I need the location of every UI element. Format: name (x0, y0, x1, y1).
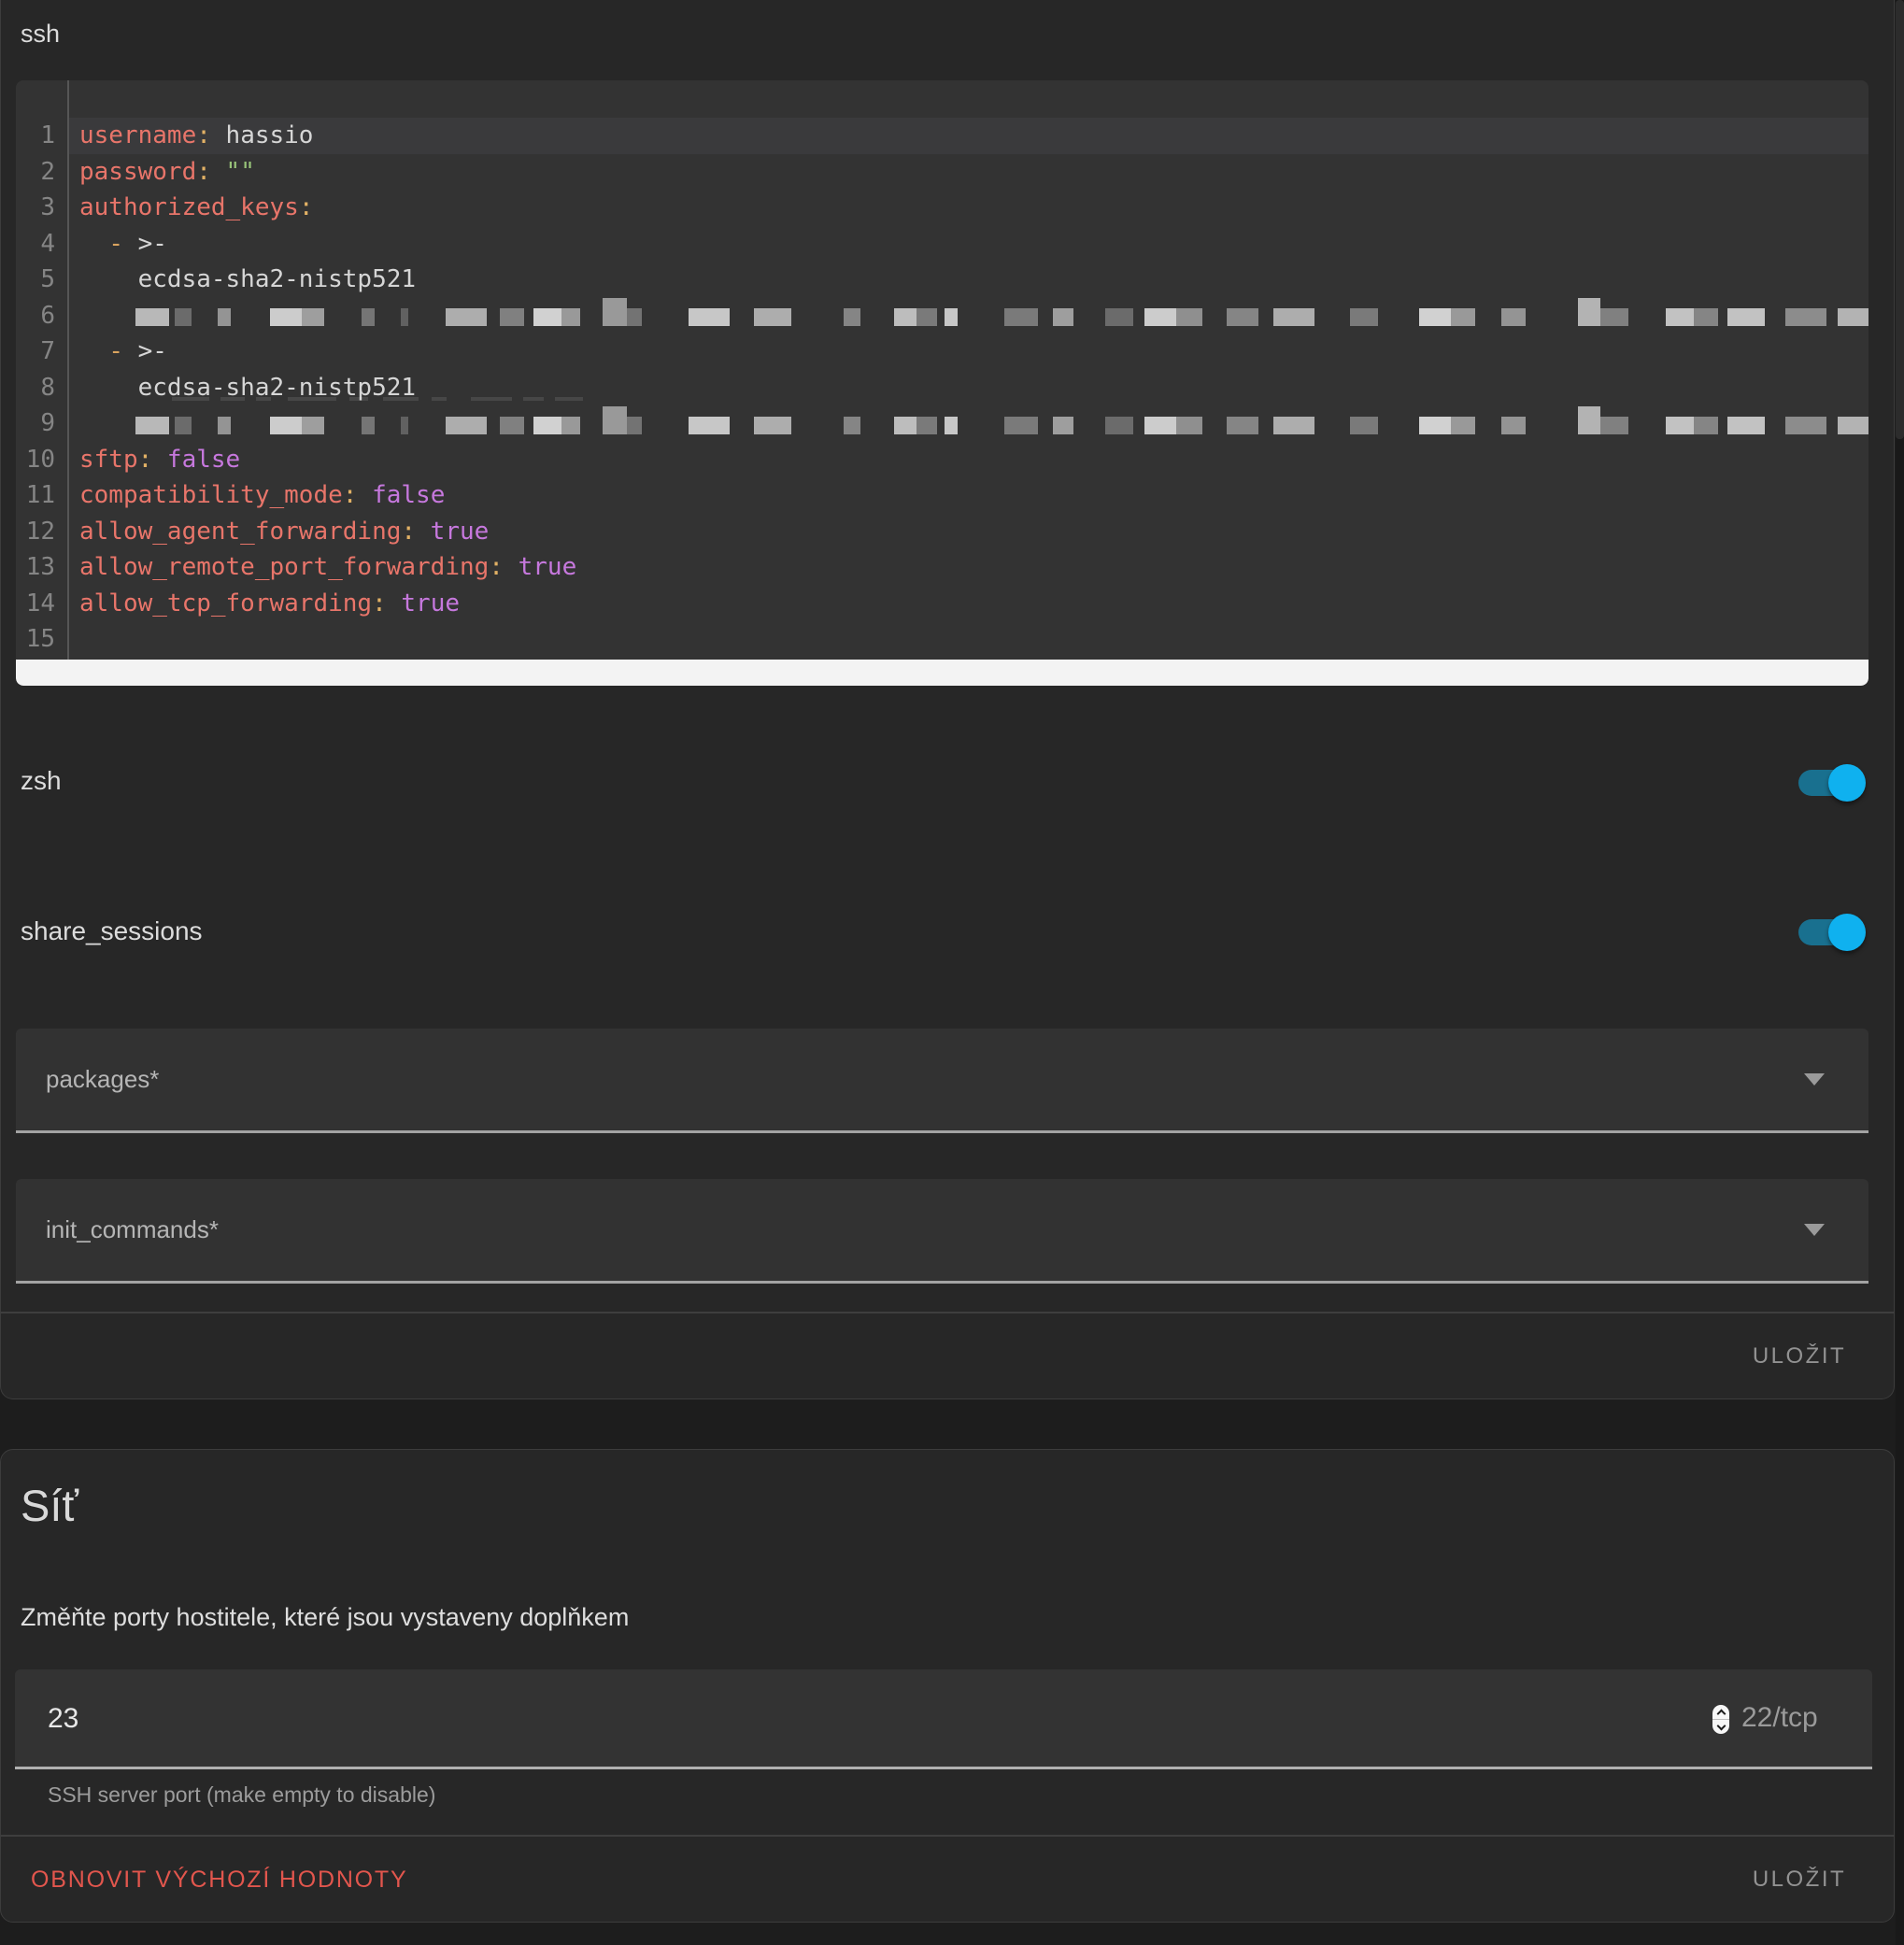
port-helper-text: SSH server port (make empty to disable) (48, 1782, 435, 1808)
code-text: ecdsa-sha2-nistp521 (69, 370, 1868, 406)
code-text: sftp: false (69, 442, 1868, 478)
addon-config-page: ssh 1 username: hassio 2 password: "" 3 autho… (0, 0, 1904, 1945)
code-line: 10 sftp: false (16, 442, 1868, 478)
code-line: 9 (16, 405, 1868, 442)
code-text: - >- (69, 334, 1868, 370)
chevron-down-icon (1716, 1721, 1726, 1730)
editor-rows: 1 username: hassio 2 password: "" 3 authorize… (16, 118, 1868, 658)
scrollbar-thumb[interactable] (1896, 0, 1904, 439)
packages-dropdown[interactable]: packages* (16, 1029, 1868, 1133)
line-number: 7 (16, 334, 55, 370)
line-number: 2 (16, 154, 55, 191)
save-button[interactable]: ULOŽIT (1725, 1338, 1874, 1375)
packages-dropdown-label: packages* (46, 1029, 159, 1130)
redacted-secret-row (69, 298, 1868, 334)
toggle-thumb (1828, 764, 1866, 802)
code-text: ecdsa-sha2-nistp521 (69, 262, 1868, 298)
code-editor[interactable]: 1 username: hassio 2 password: "" 3 authorize… (16, 80, 1868, 686)
network-section-title: Síť (21, 1480, 78, 1531)
code-line: 12 allow_agent_forwarding: true (16, 514, 1868, 550)
code-line: 4 - >- (16, 226, 1868, 263)
code-line: 6 (16, 298, 1868, 334)
network-section-description: Změňte porty hostitele, které jsou vysta… (21, 1603, 629, 1632)
code-text (69, 621, 1868, 658)
reset-defaults-button[interactable]: OBNOVIT VÝCHOZÍ HODNOTY (31, 1861, 407, 1898)
code-text: allow_remote_port_forwarding: true (69, 549, 1868, 586)
page-scrollbar[interactable] (1896, 0, 1904, 1945)
save-button[interactable]: ULOŽIT (1725, 1861, 1874, 1898)
line-number: 14 (16, 586, 55, 622)
code-line: 5 ecdsa-sha2-nistp521 (16, 262, 1868, 298)
line-number: 5 (16, 262, 55, 298)
init-commands-dropdown[interactable]: init_commands* (16, 1179, 1868, 1284)
line-number: 3 (16, 190, 55, 226)
code-text: allow_agent_forwarding: true (69, 514, 1868, 550)
line-number: 12 (16, 514, 55, 550)
zsh-option-label: zsh (21, 766, 62, 796)
init-commands-dropdown-label: init_commands* (46, 1179, 219, 1281)
chevron-up-icon (1716, 1709, 1726, 1718)
line-number: 4 (16, 226, 55, 263)
stepper-down-button[interactable] (1712, 1720, 1729, 1734)
code-line: 15 (16, 621, 1868, 658)
code-text: password: "" (69, 154, 1868, 191)
code-text: username: hassio (69, 118, 1868, 154)
code-line: 2 password: "" (16, 154, 1868, 191)
port-input[interactable] (46, 1669, 1451, 1768)
code-text: allow_tcp_forwarding: true (69, 586, 1868, 622)
code-line: 11 compatibility_mode: false (16, 477, 1868, 514)
code-text: - >- (69, 226, 1868, 263)
number-stepper (1712, 1705, 1729, 1734)
zsh-toggle[interactable] (1798, 770, 1853, 796)
chevron-down-icon (1804, 1224, 1825, 1236)
ssh-option-label: ssh (21, 20, 60, 49)
code-text: authorized_keys: (69, 190, 1868, 226)
line-number: 13 (16, 549, 55, 586)
code-line: 1 username: hassio (16, 118, 1868, 154)
redacted-secret-row (69, 405, 1868, 442)
code-line: 7 - >- (16, 334, 1868, 370)
line-number: 10 (16, 442, 55, 478)
share-sessions-option-label: share_sessions (21, 916, 203, 946)
card-divider (0, 1835, 1895, 1837)
line-number: 11 (16, 477, 55, 514)
editor-horizontal-scrollbar[interactable] (16, 660, 1868, 686)
toggle-thumb (1828, 914, 1866, 951)
stepper-up-button[interactable] (1712, 1705, 1729, 1720)
line-number: 9 (16, 405, 55, 442)
chevron-down-icon (1804, 1073, 1825, 1086)
line-number: 1 (16, 118, 55, 154)
line-number: 6 (16, 298, 55, 334)
code-line: 3 authorized_keys: (16, 190, 1868, 226)
code-text: compatibility_mode: false (69, 477, 1868, 514)
code-line: 13 allow_remote_port_forwarding: true (16, 549, 1868, 586)
line-number: 15 (16, 621, 55, 658)
port-suffix-label: 22/tcp (1741, 1669, 1818, 1767)
line-number: 8 (16, 370, 55, 406)
share-sessions-toggle[interactable] (1798, 919, 1853, 945)
code-line: 14 allow_tcp_forwarding: true (16, 586, 1868, 622)
code-line: 8 ecdsa-sha2-nistp521 (16, 370, 1868, 406)
ssh-port-field (15, 1669, 1872, 1769)
card-divider (0, 1312, 1895, 1313)
